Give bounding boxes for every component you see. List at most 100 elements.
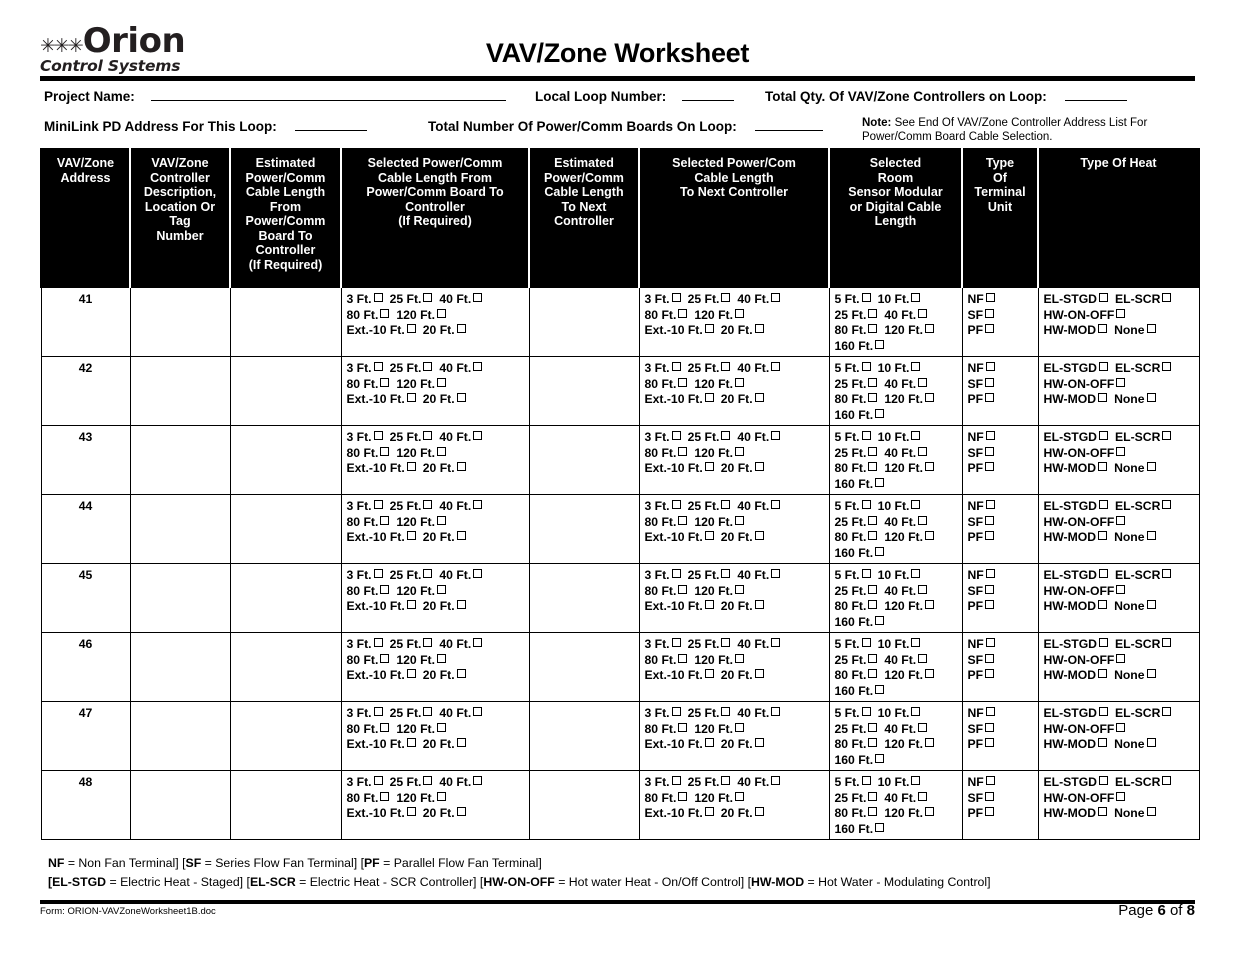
option-room-sensor-cable[interactable]: 40 Ft. bbox=[884, 377, 930, 393]
option-power-comm-cable[interactable]: 20 Ft. bbox=[721, 461, 767, 477]
checkbox-icon[interactable] bbox=[924, 393, 934, 402]
option-power-comm-cable[interactable]: 20 Ft. bbox=[721, 530, 767, 546]
cell-estimated-cable-board-to-controller[interactable] bbox=[229, 632, 342, 702]
checkbox-icon[interactable] bbox=[924, 462, 934, 471]
option-power-comm-cable[interactable]: 25 Ft. bbox=[688, 499, 734, 515]
cell-estimated-cable-to-next[interactable] bbox=[528, 701, 640, 771]
checkbox-icon[interactable] bbox=[1162, 776, 1172, 785]
option-power-comm-cable[interactable]: 3 Ft. bbox=[645, 361, 684, 377]
option-power-comm-cable[interactable]: 120 Ft. bbox=[396, 377, 449, 393]
checkbox-icon[interactable] bbox=[1099, 293, 1108, 302]
checkbox-icon[interactable] bbox=[985, 531, 995, 540]
option-power-comm-cable[interactable]: 25 Ft. bbox=[390, 706, 436, 722]
checkbox-icon[interactable] bbox=[721, 431, 731, 440]
option-room-sensor-cable[interactable]: 10 Ft. bbox=[878, 361, 924, 377]
cell-controller-description[interactable] bbox=[129, 563, 231, 633]
checkbox-icon[interactable] bbox=[373, 569, 383, 578]
checkbox-icon[interactable] bbox=[1116, 446, 1126, 456]
checkbox-icon[interactable] bbox=[671, 638, 681, 647]
checkbox-icon[interactable] bbox=[985, 807, 995, 816]
cell-selected-cable-board-to-controller[interactable]: 3 Ft. 25 Ft. 40 Ft. 80 Ft. 120 Ft. Ext.-10 Ft… bbox=[340, 632, 530, 702]
option-power-comm-cable[interactable]: 40 Ft. bbox=[439, 292, 485, 308]
option-power-comm-cable[interactable]: 40 Ft. bbox=[439, 637, 485, 653]
checkbox-icon[interactable] bbox=[473, 569, 483, 578]
checkbox-icon[interactable] bbox=[868, 446, 878, 456]
cell-room-sensor-cable[interactable]: 5 Ft. 10 Ft. 25 Ft. 40 Ft. 80 Ft. 120 Ft. 160 … bbox=[828, 425, 963, 495]
checkbox-icon[interactable] bbox=[875, 615, 885, 625]
checkbox-icon[interactable] bbox=[918, 791, 928, 801]
option-power-comm-cable[interactable]: 20 Ft. bbox=[721, 599, 767, 615]
checkbox-icon[interactable] bbox=[1146, 600, 1156, 609]
checkbox-icon[interactable] bbox=[423, 500, 433, 509]
option-power-comm-cable[interactable]: 120 Ft. bbox=[396, 722, 449, 738]
option-room-sensor-cable[interactable]: 40 Ft. bbox=[884, 791, 930, 807]
checkbox-icon[interactable] bbox=[1099, 638, 1108, 647]
option-room-sensor-cable[interactable]: 120 Ft. bbox=[884, 806, 937, 822]
cell-controller-description[interactable] bbox=[129, 701, 231, 771]
checkbox-icon[interactable] bbox=[754, 669, 764, 678]
checkbox-icon[interactable] bbox=[985, 324, 995, 333]
checkbox-icon[interactable] bbox=[868, 393, 878, 402]
checkbox-icon[interactable] bbox=[1098, 669, 1108, 678]
option-power-comm-cable[interactable]: 80 Ft. bbox=[645, 446, 691, 462]
option-type-of-heat[interactable]: HW-MOD bbox=[1044, 737, 1111, 753]
checkbox-icon[interactable] bbox=[875, 339, 885, 349]
checkbox-icon[interactable] bbox=[1116, 515, 1126, 525]
option-type-of-heat[interactable]: HW-ON-OFF bbox=[1044, 446, 1129, 462]
checkbox-icon[interactable] bbox=[771, 500, 781, 509]
cell-selected-cable-to-next[interactable]: 3 Ft. 25 Ft. 40 Ft. 80 Ft. 120 Ft. Ext.-10 Ft… bbox=[638, 356, 830, 426]
checkbox-icon[interactable] bbox=[1098, 462, 1108, 471]
option-power-comm-cable[interactable]: 80 Ft. bbox=[347, 584, 393, 600]
checkbox-icon[interactable] bbox=[1162, 431, 1172, 440]
checkbox-icon[interactable] bbox=[671, 293, 681, 302]
option-terminal-unit[interactable]: NF bbox=[968, 430, 998, 446]
option-room-sensor-cable[interactable]: 25 Ft. bbox=[835, 791, 881, 807]
checkbox-icon[interactable] bbox=[473, 707, 483, 716]
option-room-sensor-cable[interactable]: 80 Ft. bbox=[835, 737, 881, 753]
option-power-comm-cable[interactable]: Ext.-10 Ft. bbox=[645, 599, 717, 615]
cell-terminal-unit-type[interactable]: NF SF PF bbox=[961, 286, 1039, 357]
option-type-of-heat[interactable]: EL-STGD bbox=[1044, 637, 1112, 653]
option-room-sensor-cable[interactable]: 5 Ft. bbox=[835, 775, 874, 791]
checkbox-icon[interactable] bbox=[1099, 776, 1108, 785]
option-power-comm-cable[interactable]: 80 Ft. bbox=[645, 377, 691, 393]
option-room-sensor-cable[interactable]: 160 Ft. bbox=[835, 408, 888, 424]
cell-type-of-heat[interactable]: EL-STGD EL-SCR HW-ON-OFF HW-MOD None bbox=[1037, 701, 1200, 771]
cell-selected-cable-to-next[interactable]: 3 Ft. 25 Ft. 40 Ft. 80 Ft. 120 Ft. Ext.-10 Ft… bbox=[638, 770, 830, 840]
checkbox-icon[interactable] bbox=[406, 669, 416, 678]
option-type-of-heat[interactable]: None bbox=[1114, 737, 1158, 753]
checkbox-icon[interactable] bbox=[423, 293, 433, 302]
checkbox-icon[interactable] bbox=[868, 722, 878, 732]
checkbox-icon[interactable] bbox=[924, 807, 934, 816]
option-type-of-heat[interactable]: EL-SCR bbox=[1115, 430, 1174, 446]
cell-selected-cable-board-to-controller[interactable]: 3 Ft. 25 Ft. 40 Ft. 80 Ft. 120 Ft. Ext.-10 Ft… bbox=[340, 356, 530, 426]
option-terminal-unit[interactable]: PF bbox=[968, 599, 998, 615]
option-power-comm-cable[interactable]: 25 Ft. bbox=[688, 568, 734, 584]
checkbox-icon[interactable] bbox=[861, 638, 871, 647]
checkbox-icon[interactable] bbox=[868, 600, 878, 609]
checkbox-icon[interactable] bbox=[406, 324, 416, 333]
option-room-sensor-cable[interactable]: 40 Ft. bbox=[884, 446, 930, 462]
checkbox-icon[interactable] bbox=[771, 293, 781, 302]
option-power-comm-cable[interactable]: 40 Ft. bbox=[737, 706, 783, 722]
option-power-comm-cable[interactable]: 20 Ft. bbox=[721, 737, 767, 753]
checkbox-icon[interactable] bbox=[436, 446, 446, 456]
checkbox-icon[interactable] bbox=[436, 791, 446, 801]
option-terminal-unit[interactable]: NF bbox=[968, 292, 998, 308]
cell-estimated-cable-board-to-controller[interactable] bbox=[229, 770, 342, 840]
checkbox-icon[interactable] bbox=[868, 462, 878, 471]
option-type-of-heat[interactable]: EL-STGD bbox=[1044, 430, 1112, 446]
checkbox-icon[interactable] bbox=[678, 515, 688, 525]
checkbox-icon[interactable] bbox=[771, 638, 781, 647]
checkbox-icon[interactable] bbox=[754, 393, 764, 402]
checkbox-icon[interactable] bbox=[380, 515, 390, 525]
checkbox-icon[interactable] bbox=[373, 776, 383, 785]
checkbox-icon[interactable] bbox=[436, 722, 446, 732]
cell-selected-cable-to-next[interactable]: 3 Ft. 25 Ft. 40 Ft. 80 Ft. 120 Ft. Ext.-10 Ft… bbox=[638, 425, 830, 495]
checkbox-icon[interactable] bbox=[704, 324, 714, 333]
option-power-comm-cable[interactable]: 3 Ft. bbox=[645, 499, 684, 515]
option-type-of-heat[interactable]: EL-SCR bbox=[1115, 775, 1174, 791]
option-room-sensor-cable[interactable]: 80 Ft. bbox=[835, 806, 881, 822]
checkbox-icon[interactable] bbox=[868, 531, 878, 540]
checkbox-icon[interactable] bbox=[734, 446, 744, 456]
